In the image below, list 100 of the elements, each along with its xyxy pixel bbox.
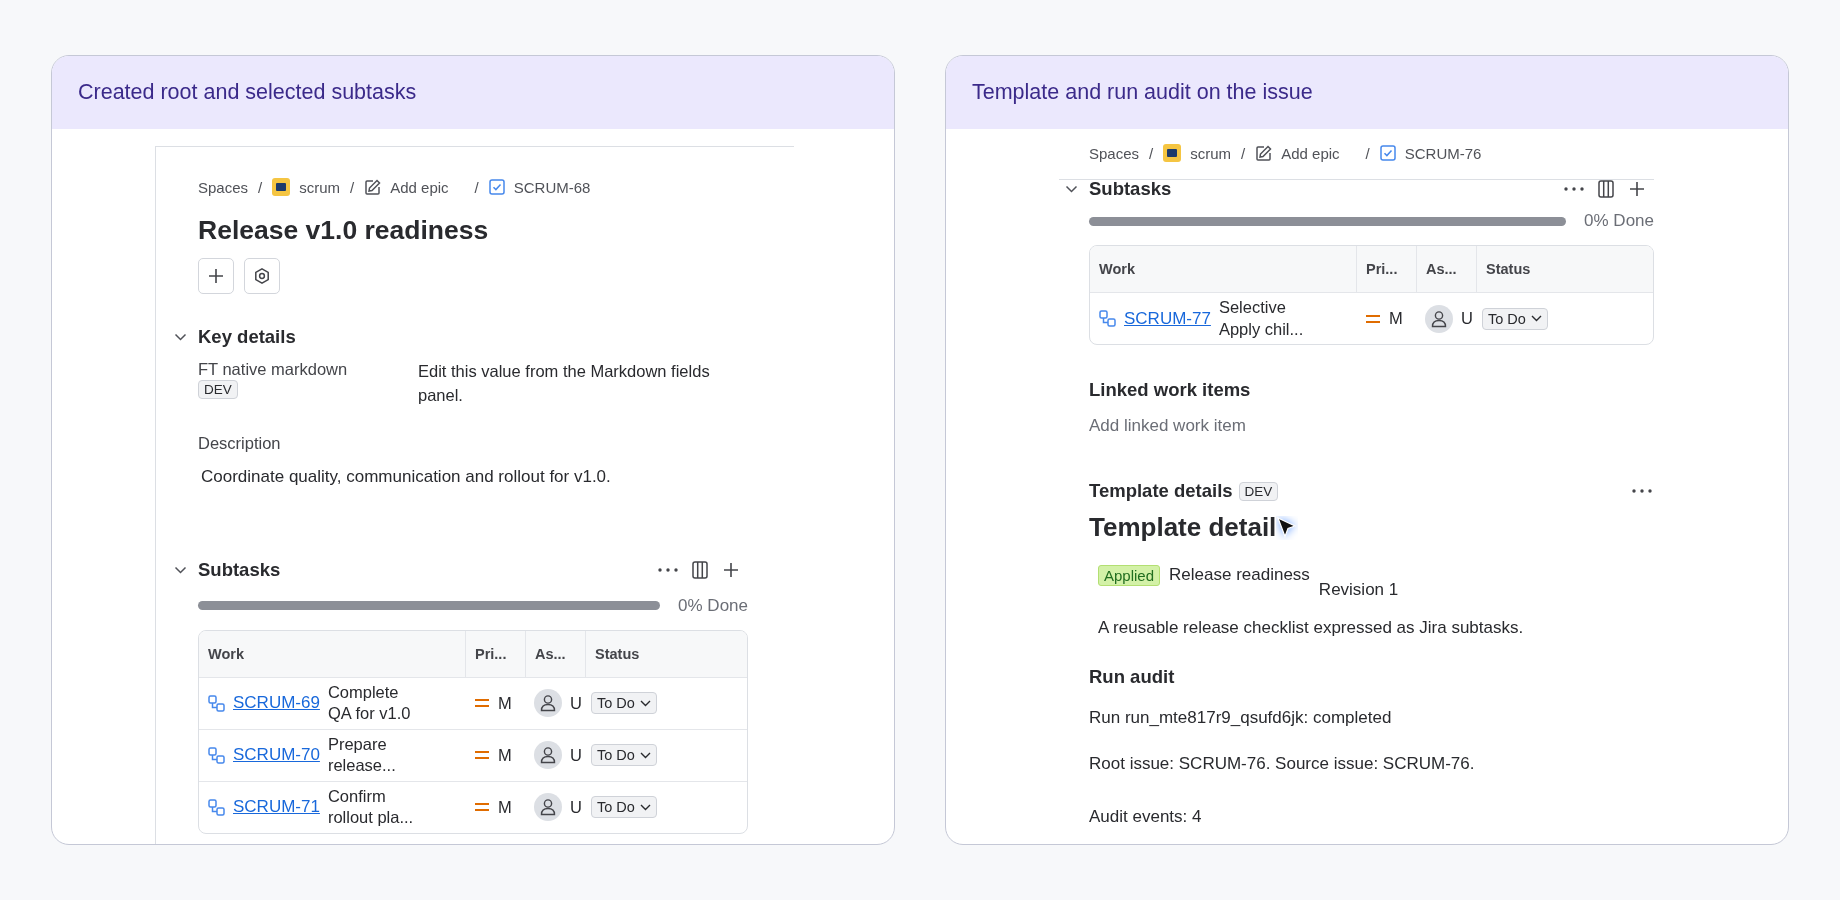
template-name: Release readiness	[1169, 565, 1310, 585]
breadcrumb-link[interactable]: scrum	[299, 178, 341, 196]
issue-key-link[interactable]: SCRUM-70	[233, 745, 320, 766]
priority-text: M	[498, 693, 512, 713]
medium-priority-icon	[474, 802, 490, 813]
checkbox-icon	[488, 179, 505, 195]
columns-icon[interactable]	[692, 560, 708, 579]
plus-icon[interactable]	[1628, 180, 1646, 198]
issue-title: Release v1.0 readiness	[198, 215, 490, 246]
subtask-icon	[208, 746, 225, 764]
section-heading: Key details	[198, 326, 296, 348]
priority-text: M	[1389, 309, 1403, 328]
breadcrumb-separator: /	[1241, 144, 1246, 162]
priority-text: M	[498, 797, 512, 817]
section-heading: Linked work items	[1089, 379, 1252, 401]
plus-icon	[207, 267, 225, 285]
add-linked-item-link[interactable]: Add linked work item	[1089, 416, 1654, 436]
field-value: Edit this value from the Markdown fields panel.	[418, 361, 711, 406]
progress-text: 0% Done	[678, 595, 748, 616]
breadcrumb-link[interactable]: Add epic	[390, 178, 449, 196]
medium-priority-icon	[474, 698, 490, 709]
revision-text: Revision 1	[1318, 579, 1399, 600]
column-header: As...	[525, 630, 585, 677]
summary-text: Confirm rollout pla...	[327, 785, 415, 829]
description-label: Description	[198, 433, 282, 453]
caret-icon	[639, 699, 651, 707]
column-header: Work	[207, 644, 245, 664]
chevron-icon[interactable]	[172, 565, 189, 574]
assignee-text: U	[1461, 309, 1473, 328]
avatar-icon	[534, 741, 562, 770]
project-icon	[1163, 144, 1182, 162]
breadcrumb-separator: /	[474, 178, 479, 196]
avatar-icon	[534, 793, 562, 822]
settings-icon	[253, 267, 271, 285]
audit-line: Audit events: 4	[1089, 807, 1203, 827]
settings-button[interactable]	[244, 258, 280, 294]
audit-line: Root issue: SCRUM-76. Source issue: SCRUM-76.	[1089, 754, 1476, 774]
breadcrumb-link[interactable]: Spaces	[198, 178, 249, 196]
column-header: Status	[1476, 246, 1653, 292]
caret-icon	[639, 803, 651, 811]
status-dropdown[interactable]: To Do	[591, 692, 657, 715]
breadcrumb-link[interactable]: Spaces	[1089, 144, 1140, 162]
field-label: FT native markdown	[198, 360, 349, 379]
caret-icon	[1530, 315, 1542, 322]
chevron-icon[interactable]	[172, 333, 189, 341]
subtask-icon	[208, 694, 225, 712]
column-header: Pri...	[1356, 246, 1416, 292]
column-header: Work	[1098, 260, 1136, 279]
template-title: Template detail	[1089, 512, 1277, 543]
project-icon	[272, 178, 291, 196]
avatar-icon	[534, 689, 562, 718]
breadcrumb-link[interactable]: scrum	[1190, 144, 1232, 162]
dev-tag: DEV	[1238, 481, 1279, 501]
breadcrumb-separator: /	[1149, 144, 1154, 162]
more-icon[interactable]	[1564, 187, 1584, 191]
breadcrumb-link[interactable]: Add epic	[1281, 144, 1340, 162]
panel-header: Created root and selected subtasks	[52, 56, 894, 129]
summary-text: Complete QA for v1.0	[327, 681, 412, 725]
subtask-icon	[208, 798, 225, 816]
status-dropdown[interactable]: To Do	[591, 744, 657, 767]
priority-text: M	[498, 745, 512, 765]
dev-tag: DEV	[198, 380, 238, 399]
section-heading: Run audit	[1089, 666, 1176, 688]
audit-line: Run run_mte817r9_qsufd6jk: completed	[1089, 708, 1393, 728]
medium-priority-icon	[1365, 313, 1381, 324]
issue-key-link[interactable]: SCRUM-69	[233, 693, 320, 714]
breadcrumb-link[interactable]: SCRUM-76	[1404, 144, 1482, 162]
issue-key-link[interactable]: SCRUM-71	[233, 797, 320, 818]
section-heading: Template details	[1089, 480, 1233, 502]
more-icon[interactable]	[1632, 489, 1652, 493]
applied-status-tag: Applied	[1098, 565, 1161, 586]
pencil-icon	[364, 178, 382, 196]
summary-text: Prepare release...	[327, 733, 397, 777]
breadcrumb-link[interactable]: SCRUM-68	[513, 178, 591, 196]
section-heading: Subtasks	[198, 558, 281, 581]
assignee-text: U	[570, 797, 582, 817]
chevron-icon[interactable]	[1063, 185, 1080, 193]
assignee-text: U	[570, 693, 582, 713]
checkbox-icon	[1379, 145, 1396, 161]
status-dropdown[interactable]: To Do	[1482, 307, 1548, 330]
caret-icon	[639, 751, 651, 759]
breadcrumb-separator: /	[258, 178, 263, 196]
panel-header: Template and run audit on the issue	[946, 56, 1788, 129]
template-description: A reusable release checklist expressed as Jira subtasks.	[1098, 618, 1525, 638]
column-header: Status	[585, 630, 747, 677]
column-header: Pri...	[465, 630, 525, 677]
avatar-icon	[1425, 304, 1453, 333]
plus-icon[interactable]	[722, 560, 740, 579]
section-heading: Subtasks	[1089, 178, 1172, 200]
description-text: Coordinate quality, communication and rollout for v1.0.	[201, 466, 612, 487]
issue-key-link[interactable]: SCRUM-77	[1124, 308, 1211, 329]
medium-priority-icon	[474, 750, 490, 761]
progress-text: 0% Done	[1584, 211, 1654, 231]
columns-icon[interactable]	[1598, 180, 1614, 198]
breadcrumb-separator: /	[1365, 144, 1370, 162]
summary-text: Selective Apply chil...	[1218, 297, 1305, 340]
column-header: As...	[1416, 246, 1476, 292]
status-dropdown[interactable]: To Do	[591, 796, 657, 819]
add-button[interactable]	[198, 258, 234, 294]
more-icon[interactable]	[658, 567, 678, 572]
